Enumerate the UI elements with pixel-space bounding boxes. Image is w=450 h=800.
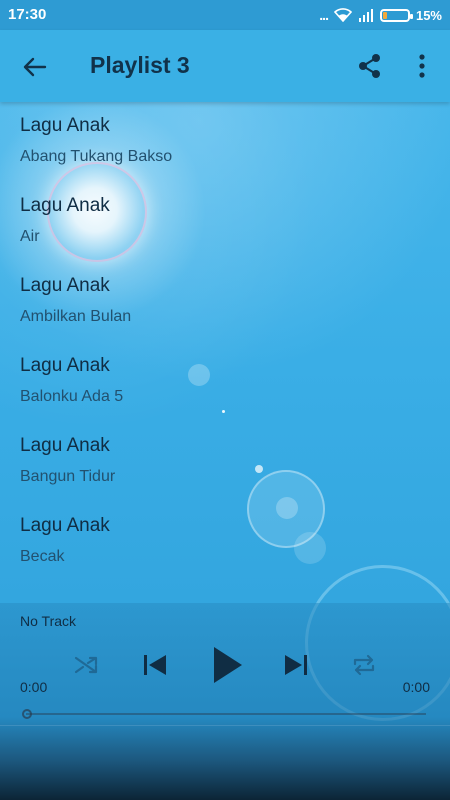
list-item[interactable]: Lagu Anak Balonku Ada 5	[0, 342, 450, 422]
track-artist: Lagu Anak	[20, 275, 110, 296]
seek-thumb[interactable]	[22, 709, 32, 719]
share-icon	[359, 54, 380, 78]
track-artist: Lagu Anak	[20, 195, 110, 216]
shuffle-button[interactable]	[72, 651, 100, 679]
page-title: Playlist 3	[90, 52, 190, 78]
status-bar: 17:30 ... 15%	[0, 0, 450, 30]
previous-button[interactable]	[140, 650, 170, 680]
total-time: 0:00	[402, 679, 430, 695]
skip-previous-icon	[144, 655, 166, 675]
wifi-icon	[333, 8, 352, 22]
battery-percent: 15%	[415, 7, 442, 23]
signal-dots: ...	[319, 7, 329, 23]
next-button[interactable]	[281, 650, 311, 680]
track-artist: Lagu Anak	[20, 355, 110, 376]
track-title: Balonku Ada 5	[20, 388, 124, 405]
arrow-left-icon	[23, 57, 47, 77]
more-options-button[interactable]	[412, 52, 432, 80]
more-vertical-icon	[419, 54, 425, 78]
app-bar: Playlist 3	[0, 30, 450, 102]
track-artist: Lagu Anak	[20, 435, 110, 456]
track-title: Air	[20, 228, 40, 245]
track-artist: Lagu Anak	[20, 515, 110, 536]
seek-track	[26, 713, 426, 715]
player-panel: No Track 0:00 0:00	[0, 603, 450, 800]
list-item[interactable]: Lagu Anak Bangun Tidur	[0, 422, 450, 502]
now-playing-label: No Track	[20, 613, 77, 629]
cell-signal-icon	[358, 9, 373, 22]
track-title: Ambilkan Bulan	[20, 308, 132, 325]
back-button[interactable]	[20, 52, 50, 82]
play-icon	[214, 647, 242, 683]
seek-bar[interactable]	[22, 709, 426, 719]
skip-next-icon	[285, 655, 307, 675]
status-icons: ... 15%	[319, 6, 442, 24]
repeat-button[interactable]	[350, 651, 378, 679]
list-item[interactable]: Lagu Anak Ambilkan Bulan	[0, 262, 450, 342]
track-title: Abang Tukang Bakso	[20, 148, 173, 165]
battery-icon	[379, 8, 413, 22]
repeat-icon	[353, 654, 375, 676]
battery-level	[382, 11, 387, 19]
track-title: Bangun Tidur	[20, 468, 116, 485]
share-button[interactable]	[356, 52, 384, 80]
list-item[interactable]: Lagu Anak Becak	[0, 502, 450, 582]
status-time: 17:30	[8, 6, 47, 23]
playlist: Lagu Anak Abang Tukang Bakso Lagu Anak A…	[0, 102, 450, 602]
shuffle-icon	[74, 656, 98, 674]
current-time: 0:00	[20, 679, 48, 695]
track-artist: Lagu Anak	[20, 115, 110, 136]
track-title: Becak	[20, 548, 65, 565]
list-item[interactable]: Lagu Anak Abang Tukang Bakso	[0, 102, 450, 182]
list-item[interactable]: Lagu Anak Air	[0, 182, 450, 262]
play-button[interactable]	[208, 645, 246, 685]
divider	[0, 725, 450, 726]
